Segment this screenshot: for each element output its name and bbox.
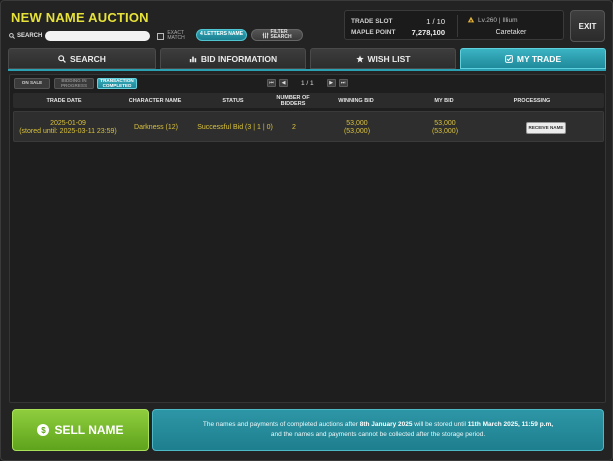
sell-name-button[interactable]: $ SELL NAME <box>12 409 149 451</box>
col-processing: PROCESSING <box>513 97 551 104</box>
search-input[interactable] <box>45 31 151 41</box>
sub-tab-on-sale[interactable]: ON SALE <box>14 78 50 89</box>
character-class-icon <box>467 16 475 23</box>
table-row: 2025-01-09 (stored until: 2025-03-11 23:… <box>13 111 604 142</box>
sub-tab-transaction-completed[interactable]: TRANSACTION COMPLETED <box>97 78 137 89</box>
next-page-button[interactable]: ▶ <box>326 79 336 87</box>
col-status: STATUS <box>222 97 244 104</box>
filter-search-button[interactable]: FILTER SEARCH <box>251 29 303 41</box>
tab-bid-information[interactable]: BID INFORMATION <box>160 48 306 69</box>
cell-my-bid: 53,000 (53,000) <box>431 119 459 135</box>
character-info: Lv.260 | Illium <box>467 16 518 24</box>
tab-my-trade[interactable]: MY TRADE <box>460 48 606 69</box>
cell-winning-bid: 53,000 (53,000) <box>343 119 371 135</box>
maple-point-label: MAPLE POINT <box>351 29 396 36</box>
sub-tab-bidding-in-progress[interactable]: BIDDING IN PROGRESS <box>54 78 94 89</box>
page-indicator: 1 / 1 <box>301 79 314 87</box>
cell-bidders: 2 <box>292 123 296 131</box>
coin-icon: $ <box>37 424 50 436</box>
four-letters-name-button[interactable]: 4 LETTERS NAME <box>196 29 247 41</box>
exact-match-toggle[interactable]: EXACT MATCH <box>157 29 187 42</box>
tab-search[interactable]: SEARCH <box>8 48 156 69</box>
page-title: NEW NAME AUCTION <box>11 10 149 25</box>
bar-chart-icon <box>189 56 197 62</box>
trade-info-panel: TRADE SLOT 1 / 10 MAPLE POINT 7,278,100 … <box>344 10 564 40</box>
exit-button[interactable]: EXIT <box>570 10 605 42</box>
prev-page-button[interactable]: ◀ <box>279 79 288 87</box>
filter-icon <box>262 32 268 38</box>
cell-character-name: Darkness (12) <box>134 123 178 131</box>
receive-name-button[interactable]: RECEIVE NAME <box>526 121 566 134</box>
table-header: TRADE DATE CHARACTER NAME STATUS NUMBER … <box>13 93 604 108</box>
last-page-button[interactable]: ⏭ <box>338 79 348 87</box>
storage-notice: The names and payments of completed auct… <box>152 409 604 451</box>
trade-slot-value: 1 / 10 <box>426 17 445 26</box>
first-page-button[interactable]: ⏮ <box>267 79 276 87</box>
character-job: Caretaker <box>495 29 527 36</box>
pagination: ⏮ ◀ 1 / 1 ▶ ⏭ <box>267 79 348 87</box>
star-icon <box>355 54 364 62</box>
col-trade-date: TRADE DATE <box>46 97 82 104</box>
maple-point-value: 7,278,100 <box>411 28 445 37</box>
search-icon <box>9 33 15 39</box>
cell-status: Successful Bid (3 | 1 | 0) <box>197 123 273 131</box>
exact-match-label: EXACT MATCH <box>167 29 185 41</box>
checkbox-icon <box>505 54 513 63</box>
col-number-of-bidders: NUMBER OF BIDDERS <box>276 94 310 107</box>
tab-wish-list[interactable]: WISH LIST <box>310 48 456 69</box>
stored-until: (stored until: 2025-03-11 23:59) <box>19 127 117 135</box>
col-winning-bid: WINNING BID <box>338 97 374 104</box>
cell-trade-date: 2025-01-09 (stored until: 2025-03-11 23:… <box>19 119 117 135</box>
search-icon <box>58 54 66 63</box>
cell-processing: RECEIVE NAME <box>506 112 586 143</box>
trade-slot-label: TRADE SLOT <box>351 18 393 25</box>
exact-match-checkbox[interactable] <box>157 32 165 40</box>
col-my-bid: MY BID <box>434 97 454 104</box>
col-character-name: CHARACTER NAME <box>128 97 182 104</box>
search-row: SEARCH EXACT MATCH <box>9 30 187 42</box>
auction-window: NEW NAME AUCTION SEARCH EXACT MATCH 4 LE… <box>0 0 613 461</box>
tab-underline <box>8 69 606 71</box>
search-label: SEARCH <box>9 33 42 39</box>
